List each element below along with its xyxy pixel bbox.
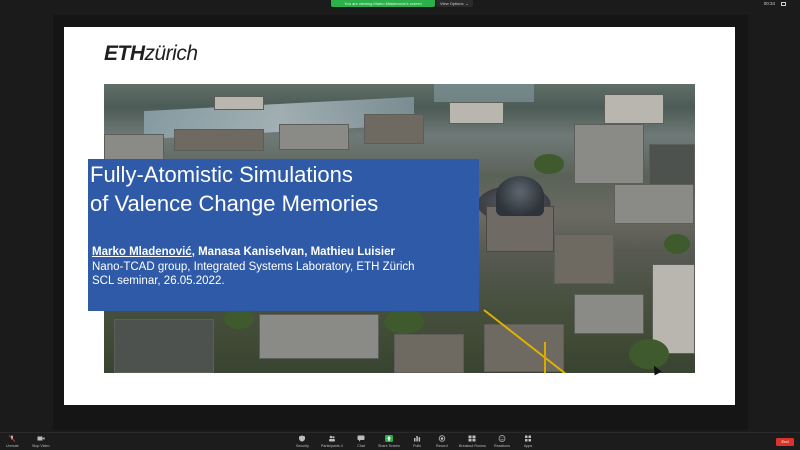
stop-video-button[interactable]: Stop Video	[32, 435, 50, 448]
video-camera-icon	[37, 435, 45, 442]
top-right-controls: 00:34	[764, 1, 786, 7]
bar-chart-icon	[413, 435, 421, 442]
main-building-dome	[496, 176, 544, 216]
clock: 00:34	[763, 1, 775, 6]
view-options-button[interactable]: View Options ⌄	[436, 0, 473, 7]
breakout-rooms-button[interactable]: Breakout Rooms	[459, 435, 486, 448]
participants-button[interactable]: Participants 4	[321, 435, 343, 448]
breakout-rooms-icon	[468, 435, 476, 442]
chat-button[interactable]: Chat	[357, 435, 365, 448]
record-button[interactable]: Record	[436, 435, 448, 448]
participants-count: 4	[340, 444, 343, 448]
view-options-label: View Options	[440, 1, 464, 6]
end-meeting-button[interactable]: End	[776, 438, 794, 446]
record-icon	[438, 435, 446, 442]
screen-share-notice: You are viewing Marko Mladenović's scree…	[331, 0, 435, 7]
event-line: SCL seminar, 26.05.2022.	[92, 275, 225, 287]
unmute-button[interactable]: Unmute	[6, 435, 19, 448]
reactions-button[interactable]: Reactions	[494, 435, 510, 448]
meeting-toolbar: Unmute Stop Video Security Participants …	[0, 432, 800, 450]
chevron-down-icon: ⌄	[465, 1, 469, 6]
security-button[interactable]: Security	[296, 435, 309, 448]
fullscreen-icon[interactable]	[781, 2, 786, 6]
apps-grid-icon	[524, 435, 532, 442]
zoom-window: You are viewing Marko Mladenović's scree…	[0, 0, 800, 450]
slide-title: Fully-Atomistic Simulations of Valence C…	[90, 162, 379, 216]
participants-icon	[328, 435, 336, 442]
smiley-icon	[498, 435, 506, 442]
slide-authors: Marko Mladenović, Manasa Kaniselvan, Mat…	[92, 246, 415, 287]
apps-button[interactable]: Apps	[524, 435, 532, 448]
shield-icon	[298, 435, 306, 442]
presentation-slide: ETHzürich Fully-Atomistic Simulations of…	[64, 27, 735, 405]
muted-microphone-icon	[8, 435, 16, 442]
share-screen-button[interactable]: Share Screen	[378, 435, 400, 448]
share-screen-icon	[384, 435, 393, 442]
affiliation: Nano-TCAD group, Integrated Systems Labo…	[92, 260, 415, 273]
chat-bubble-icon	[357, 435, 365, 442]
polls-button[interactable]: Polls	[413, 435, 421, 448]
eth-zurich-logo: ETHzürich	[104, 42, 198, 65]
